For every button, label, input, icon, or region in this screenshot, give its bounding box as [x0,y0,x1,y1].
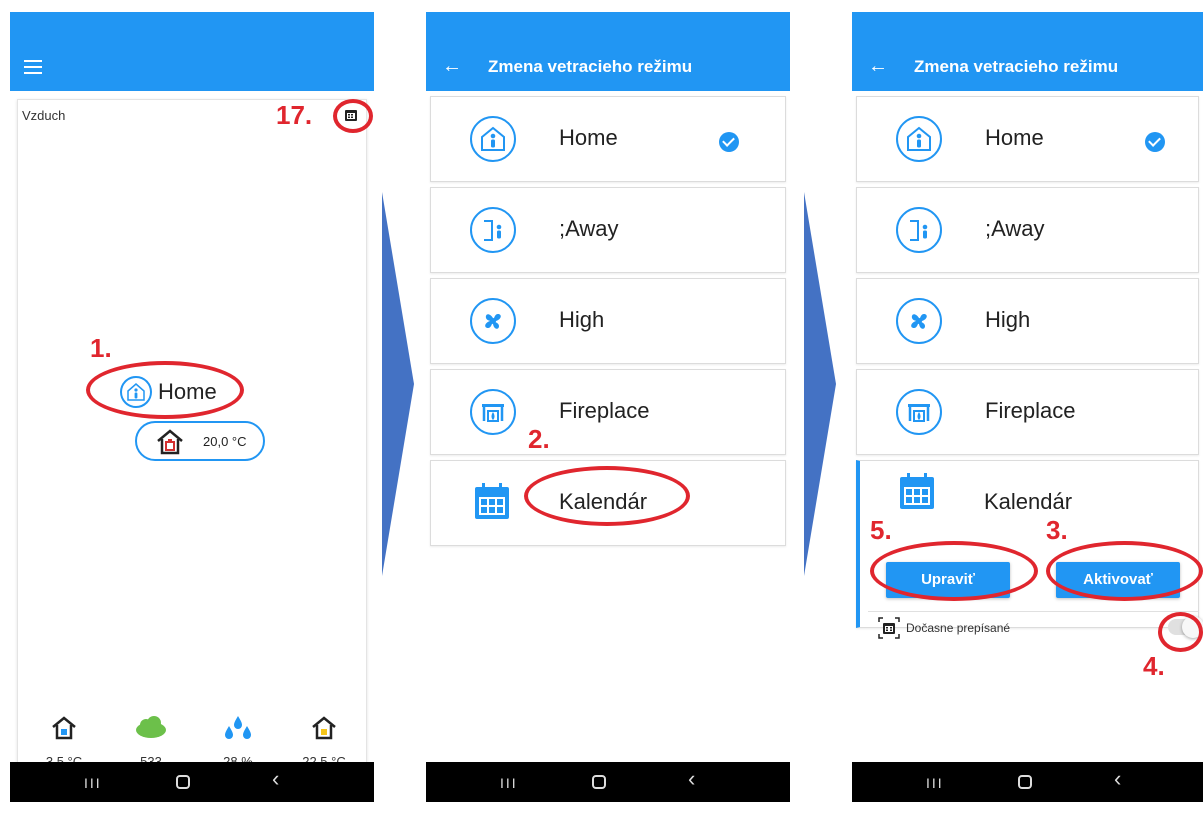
humidity-drops-icon [225,716,251,739]
mode-label: Fireplace [559,398,650,423]
annotation-4: 4. [1143,651,1165,681]
annotation-ring-activate [1046,541,1203,601]
back-button[interactable]: ‹ [272,768,279,790]
humidity-stat: 28 % [208,714,268,769]
annotation-ring-mode [86,361,244,419]
back-button[interactable]: ‹ [1114,768,1121,790]
mode-label: High [985,307,1031,332]
annotation-17: 17. [276,100,313,130]
system-nav-bar: III ‹ [10,762,374,802]
selected-check-icon [1145,132,1165,152]
temperature-value: 20,0 °C [203,434,247,449]
back-arrow-icon[interactable]: ← [868,54,888,78]
mode-label: Home [559,125,618,150]
app-bar: ← Zmena vetracieho režimu [426,12,790,91]
annotation-2: 2. [528,424,550,454]
house-outdoor-icon [52,716,76,740]
mode-label: Home [985,125,1044,150]
air-card: Vzduch Home 20,0 °C [17,99,367,769]
screen-mode-list: ← Zmena vetracieho režimu Home ;Away Hig… [426,12,790,802]
mode-label: High [559,307,605,332]
fan-icon [896,298,942,344]
system-nav-bar: III ‹ [852,762,1203,802]
mode-item-away[interactable]: ;Away [856,187,1199,273]
indoor-temp-stat: 22,5 °C [294,714,354,769]
calendar-override-icon [878,617,900,639]
app-bar [10,12,374,91]
fan-icon [470,298,516,344]
house-heating-icon [157,429,183,455]
home-mode-icon [896,116,942,162]
menu-icon[interactable] [24,60,42,74]
annotation-1: 1. [90,333,112,363]
home-button[interactable] [1018,775,1032,789]
system-nav-bar: III ‹ [426,762,790,802]
fireplace-icon [896,389,942,435]
outdoor-temp-stat: 3,5 °C [34,714,94,769]
home-button[interactable] [176,775,190,789]
flow-arrow-1 [382,192,414,576]
fireplace-icon [470,389,516,435]
screen-title: Zmena vetracieho režimu [488,57,693,76]
override-row: Dočasne prepísané [878,613,1203,643]
mode-label: ;Away [985,216,1045,241]
mode-item-high[interactable]: High [856,278,1199,364]
temperature-badge[interactable]: 20,0 °C [135,421,265,461]
calendar-icon [475,483,509,519]
recents-button[interactable]: III [500,772,518,794]
mode-label: ;Away [559,216,619,241]
calendar-icon [900,473,934,509]
mode-item-high[interactable]: High [430,278,786,364]
flow-arrow-2 [804,192,836,576]
back-button[interactable]: ‹ [688,768,695,790]
away-mode-icon [896,207,942,253]
away-mode-icon [470,207,516,253]
annotation-ring-edit [870,541,1038,601]
recents-button[interactable]: III [926,772,944,794]
annotation-ring-toggle [1158,612,1203,652]
co2-stat: 533 [121,714,181,769]
back-arrow-icon[interactable]: ← [442,54,462,78]
mode-item-fireplace[interactable]: Fireplace [856,369,1199,455]
screen-title: Zmena vetracieho režimu [914,57,1119,76]
annotation-ring-calendar-row [524,466,690,526]
app-bar: ← Zmena vetracieho režimu [852,12,1203,91]
co2-cloud-icon [136,716,166,738]
card-title: Vzduch [22,108,66,123]
annotation-ring-calendar [333,99,373,133]
home-mode-icon [470,116,516,162]
mode-item-away[interactable]: ;Away [430,187,786,273]
recents-button[interactable]: III [84,772,102,794]
mode-item-home[interactable]: Home [430,96,786,182]
home-button[interactable] [592,775,606,789]
mode-label: Fireplace [985,398,1076,423]
annotation-3: 3. [1046,515,1068,545]
divider [868,611,1198,612]
mode-label: Kalendár [984,489,1073,514]
screen-mode-list-expanded: ← Zmena vetracieho režimu Home ;Away Hig… [852,12,1203,802]
annotation-5: 5. [870,515,892,545]
override-label: Dočasne prepísané [906,621,1011,635]
mode-item-home[interactable]: Home [856,96,1199,182]
mode-item-fireplace[interactable]: Fireplace [430,369,786,455]
house-indoor-icon [312,716,336,740]
selected-check-icon [719,132,739,152]
